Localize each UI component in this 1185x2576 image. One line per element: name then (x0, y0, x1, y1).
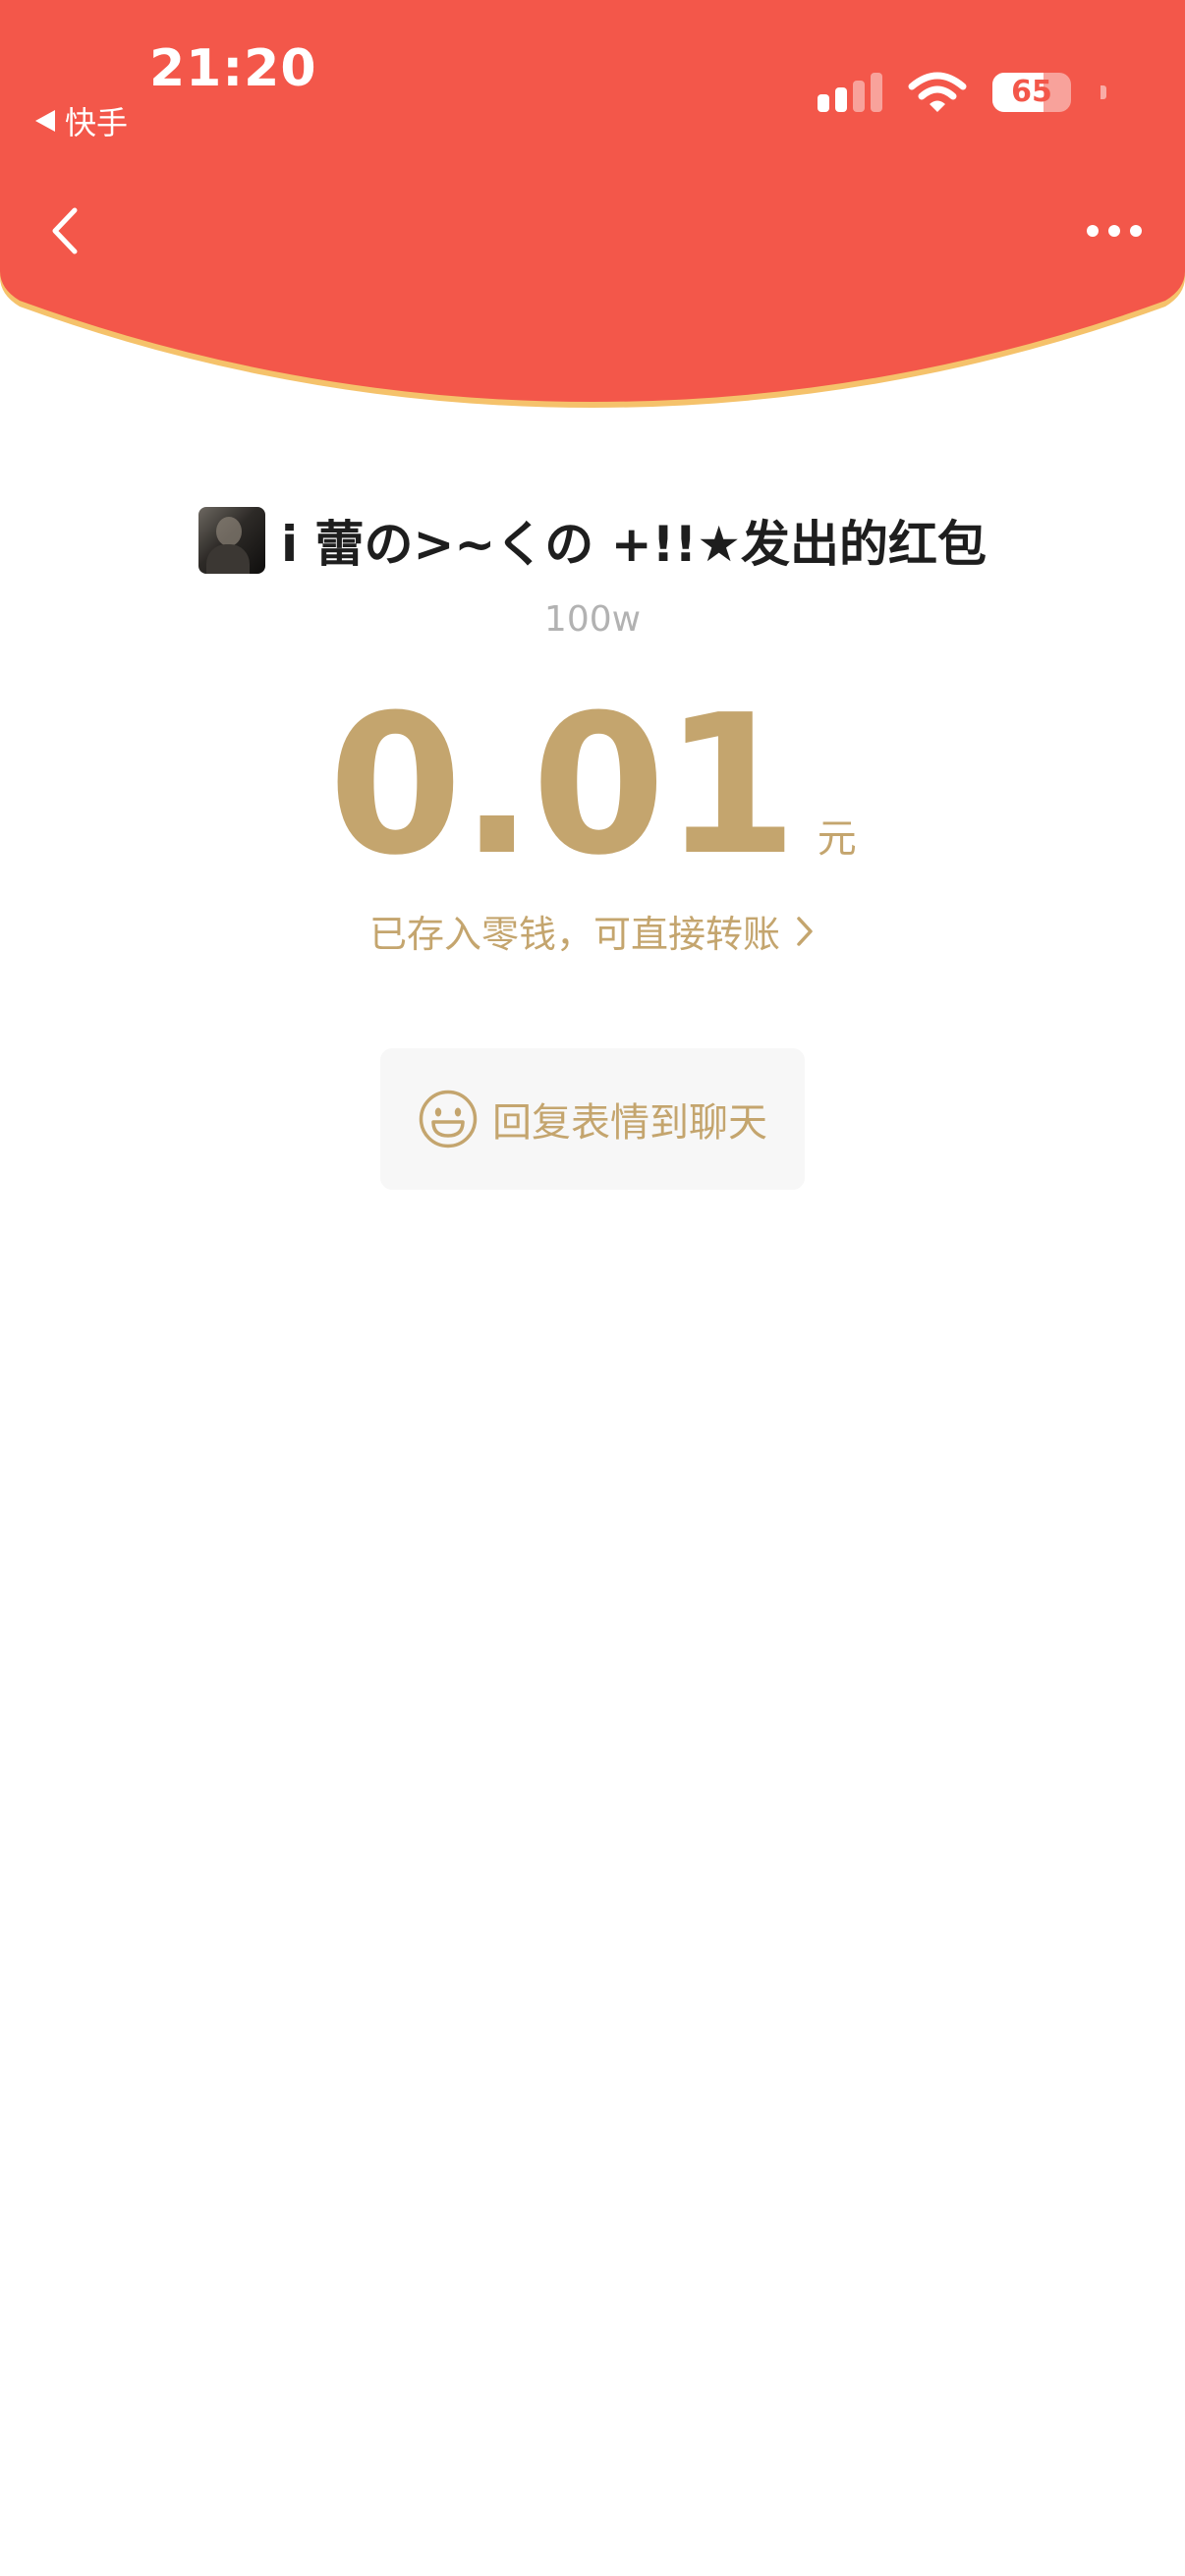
reply-emoji-button[interactable]: 回复表情到聊天 (380, 1048, 805, 1190)
avatar-body (205, 544, 250, 574)
back-triangle-icon (35, 110, 55, 132)
back-to-app-link[interactable]: 快手 (35, 98, 128, 143)
red-packet-greeting: 100w (543, 599, 642, 640)
amount-value: 0.01 (328, 674, 798, 898)
amount-row: 0.01 元 (0, 688, 1185, 884)
avatar-face (215, 517, 242, 546)
status-icons: 65 (818, 71, 1106, 114)
back-to-app-label: 快手 (65, 104, 129, 141)
amount-unit: 元 (817, 816, 857, 862)
avatar[interactable] (198, 507, 265, 574)
smiley-icon (419, 1090, 478, 1148)
sender-row: i 蕾の>~くの +!!★发出的红包 (0, 505, 1185, 576)
stored-notice-text: 已存入零钱，可直接转账 (368, 913, 780, 956)
cellular-signal-icon (818, 73, 882, 112)
more-horizontal-icon[interactable] (1083, 206, 1146, 255)
red-packet-detail-page: 21:20 快手 65 i 蕾の>~くの +!!★发出的红包 100w 0.01… (0, 0, 1185, 2576)
chevron-right-icon (797, 916, 813, 946)
battery-icon: 65 (992, 73, 1071, 112)
reply-button-label: 回复表情到聊天 (492, 1100, 767, 1146)
wifi-icon (908, 72, 967, 112)
battery-level: 65 (1011, 75, 1052, 109)
status-time: 21:20 (149, 39, 317, 98)
wallet-transfer-link[interactable]: 已存入零钱，可直接转账 (0, 904, 1185, 958)
red-packet-sender-title: i 蕾の>~くの +!!★发出的红包 (280, 516, 988, 573)
battery-nub (1100, 85, 1106, 99)
chevron-left-icon[interactable] (41, 196, 88, 265)
